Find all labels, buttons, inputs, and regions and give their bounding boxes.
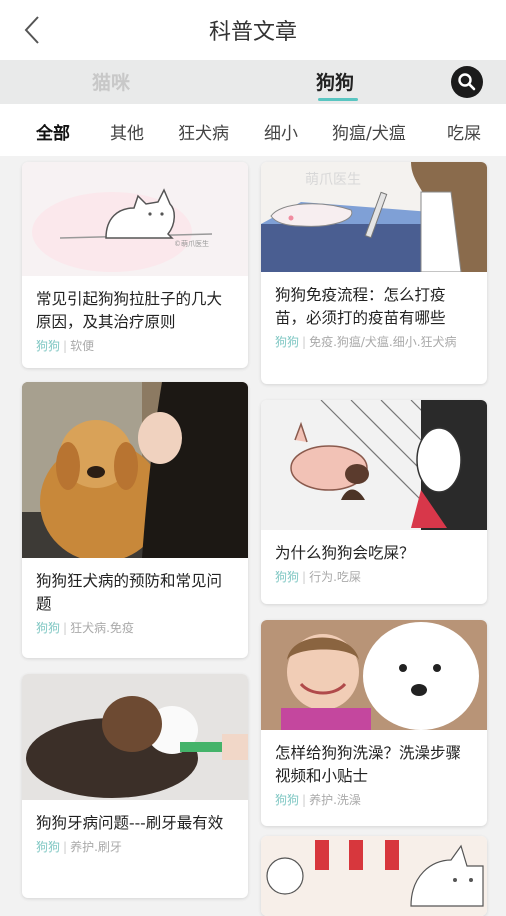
article-animal: 狗狗 [36,621,61,635]
article-animal: 狗狗 [275,335,300,349]
article-tags: 狗狗 | 免疫.狗瘟/犬瘟.细小.狂犬病 [275,335,457,349]
article-animal: 狗狗 [36,339,61,353]
tab-cats[interactable]: 猫咪 [92,68,130,95]
article-title: 怎样给狗狗洗澡？洗澡步骤视频和小贴士 [275,744,462,785]
article-title: 为什么狗狗会吃屎？ [275,544,415,562]
article-thumbnail [22,382,248,558]
article-thumbnail: ©萌爪医生 [22,162,248,276]
article-card[interactable]: 狗狗牙病问题---刷牙最有效 狗狗 | 养护.刷牙 [22,674,248,898]
article-thumbnail: 萌爪医生 [261,162,487,272]
article-animal: 狗狗 [36,840,61,854]
article-card[interactable]: ©萌爪医生 常见引起狗狗拉肚子的几大原因，及其治疗原则 狗狗 | 软便 [22,162,248,368]
category-filter-bar: 全部 其他 狂犬病 细小 狗瘟/犬瘟 吃屎 [0,104,506,156]
category-rabies[interactable]: 狂犬病 [178,119,229,144]
article-tag-list: 行为.吃屎 [309,570,361,584]
article-tags: 狗狗 | 狂犬病.免疫 [36,621,134,635]
category-coprophagia[interactable]: 吃屎 [447,119,481,144]
article-tag-list: 狂犬病.免疫 [70,621,134,635]
article-tags: 狗狗 | 软便 [36,339,95,353]
article-title: 常见引起狗狗拉肚子的几大原因，及其治疗原则 [36,290,223,331]
article-tags: 狗狗 | 养护.刷牙 [36,840,122,854]
article-card[interactable]: 萌爪医生 狗狗免疫流程：怎么打疫苗，必须打的疫苗有哪些 狗狗 | 免疫.狗瘟/犬瘟.… [261,162,487,384]
header-bar: 科普文章 [0,0,506,60]
category-parvo[interactable]: 细小 [264,119,298,144]
article-tag-list: 养护.洗澡 [309,793,361,807]
search-icon [458,73,476,91]
article-title: 狗狗牙病问题---刷牙最有效 [36,814,224,832]
animal-tabs: 猫咪 狗狗 [0,60,506,104]
article-thumbnail [261,400,487,530]
article-card[interactable] [261,836,487,916]
category-distemper[interactable]: 狗瘟/犬瘟 [332,119,406,144]
article-thumbnail [22,674,248,800]
article-thumbnail [261,836,487,916]
search-button[interactable] [451,66,483,98]
article-title: 狗狗免疫流程：怎么打疫苗，必须打的疫苗有哪些 [275,286,446,327]
article-animal: 狗狗 [275,793,300,807]
article-thumbnail [261,620,487,730]
article-tag-list: 软便 [70,339,95,353]
page-title: 科普文章 [208,20,297,45]
article-card[interactable]: 为什么狗狗会吃屎？ 狗狗 | 行为.吃屎 [261,400,487,604]
thumb-watermark: ©萌爪医生 [174,239,209,248]
article-tag-list: 免疫.狗瘟/犬瘟.细小.狂犬病 [309,335,457,349]
article-animal: 狗狗 [275,570,300,584]
article-card[interactable]: 怎样给狗狗洗澡？洗澡步骤视频和小贴士 狗狗 | 养护.洗澡 [261,620,487,826]
thumb-watermark: 萌爪医生 [305,172,361,188]
category-all[interactable]: 全部 [36,119,70,144]
article-tags: 狗狗 | 养护.洗澡 [275,793,361,807]
article-card[interactable]: 狗狗狂犬病的预防和常见问题 狗狗 | 狂犬病.免疫 [22,382,248,658]
category-other[interactable]: 其他 [110,119,144,144]
article-tag-list: 养护.刷牙 [70,840,122,854]
article-tags: 狗狗 | 行为.吃屎 [275,570,361,584]
active-tab-indicator [318,98,358,101]
article-title: 狗狗狂犬病的预防和常见问题 [36,572,223,613]
tab-dogs[interactable]: 狗狗 [316,68,354,95]
